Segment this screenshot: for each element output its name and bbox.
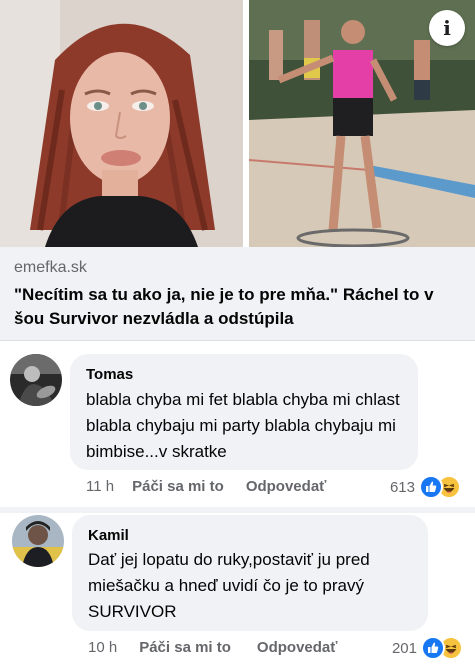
reply-button[interactable]: Odpovedať bbox=[246, 478, 327, 495]
link-preview-card[interactable]: i emefka.sk "Necítim sa tu ako ja, nie j… bbox=[0, 0, 475, 340]
comment-author[interactable]: Tomas bbox=[86, 366, 133, 383]
reply-button[interactable]: Odpovedať bbox=[257, 639, 338, 656]
like-button[interactable]: Páči sa mi to bbox=[139, 639, 231, 656]
portrait-photo bbox=[0, 0, 243, 247]
preview-divider bbox=[0, 340, 475, 341]
link-headline[interactable]: "Necítim sa tu ako ja, nie je to pre mňa… bbox=[14, 283, 464, 331]
reaction-count: 201 bbox=[391, 639, 417, 657]
comment-actions: 10 h Páči sa mi to Odpovedať bbox=[88, 639, 337, 656]
avatar[interactable] bbox=[10, 354, 62, 406]
article-image-beach[interactable]: i bbox=[249, 0, 475, 247]
link-domain: emefka.sk bbox=[14, 259, 87, 276]
avatar-photo-kamil bbox=[12, 515, 64, 567]
comment-text: Dať jej lopatu do ruky,postaviť ju pred … bbox=[88, 550, 370, 621]
avatar-photo-tomas bbox=[10, 354, 62, 406]
info-icon[interactable]: i bbox=[429, 10, 465, 46]
comment-text: blabla chyba mi fet blabla chyba mi chla… bbox=[86, 390, 400, 461]
comment-author[interactable]: Kamil bbox=[88, 527, 129, 544]
comment-actions: 11 h Páči sa mi to Odpovedať bbox=[86, 478, 326, 495]
avatar[interactable] bbox=[12, 515, 64, 567]
reaction-count: 613 bbox=[389, 478, 415, 496]
comment-separator bbox=[0, 507, 475, 513]
reaction-summary[interactable]: 201 bbox=[392, 636, 463, 660]
comment-time[interactable]: 11 h bbox=[86, 478, 114, 495]
like-button[interactable]: Páči sa mi to bbox=[132, 478, 224, 495]
comment-time[interactable]: 10 h bbox=[88, 639, 117, 656]
like-icon bbox=[421, 636, 445, 660]
reaction-summary[interactable]: 613 bbox=[390, 475, 461, 499]
like-icon bbox=[419, 475, 443, 499]
info-glyph: i bbox=[443, 16, 451, 40]
article-image-portrait[interactable] bbox=[0, 0, 243, 247]
